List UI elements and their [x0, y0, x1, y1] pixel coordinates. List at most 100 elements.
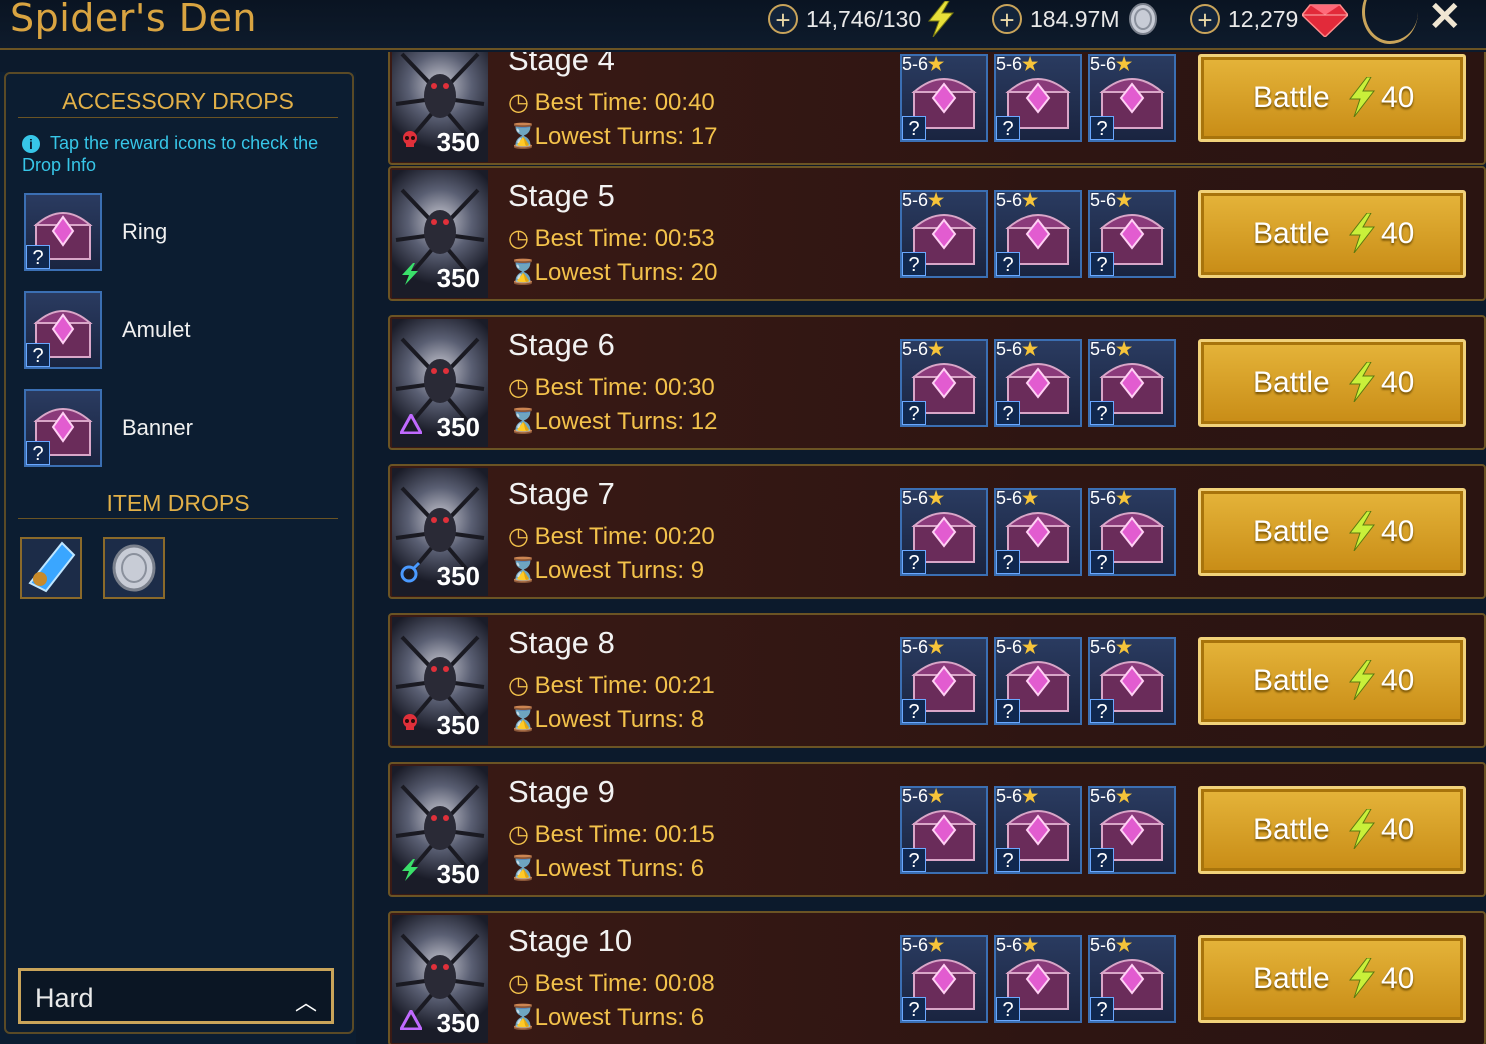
stage-row[interactable]: 350 Stage 10 ◷ Best Time: 00:08 ⌛ Lowest Tu… — [388, 911, 1486, 1044]
battle-button[interactable]: Battle 40 — [1198, 786, 1466, 874]
add-gems-button[interactable]: + — [1190, 4, 1220, 34]
energy-cost: 40 — [1381, 366, 1415, 399]
accessory-amulet-chest[interactable]: ? — [24, 291, 102, 369]
reward-slot[interactable]: 5-6★? — [1088, 488, 1176, 576]
reward-slot[interactable]: 5-6★? — [994, 488, 1082, 576]
stage-name: Stage 7 — [508, 476, 615, 511]
battle-label: Battle — [1253, 366, 1330, 399]
silver-resource: + 184.97M — [992, 2, 1160, 36]
reward-slot[interactable]: 5-6★? — [1088, 786, 1176, 874]
reward-slot[interactable]: 5-6★? — [994, 190, 1082, 278]
energy-icon — [1348, 660, 1376, 700]
star-icon: ★ — [1116, 637, 1133, 657]
rarity-tag: 5-6★ — [996, 339, 1038, 360]
reward-slot[interactable]: 5-6★? — [900, 637, 988, 725]
stage-name: Stage 6 — [508, 327, 615, 362]
accessory-banner-chest[interactable]: ? — [24, 389, 102, 467]
reward-slot[interactable]: 5-6★? — [900, 54, 988, 142]
reward-slot[interactable]: 5-6★? — [900, 339, 988, 427]
boss-portrait: 350 — [392, 617, 488, 745]
drop-info-hint: i Tap the reward icons to check the Drop … — [22, 132, 332, 176]
reward-slot[interactable]: 5-6★? — [994, 339, 1082, 427]
energy-cost: 40 — [1381, 515, 1415, 548]
drop-info-badge: ? — [26, 245, 50, 269]
energy-icon — [1348, 958, 1376, 998]
star-icon: ★ — [1116, 54, 1133, 74]
hourglass-icon: ⌛ — [508, 408, 538, 435]
rarity-range: 5-6 — [1090, 190, 1117, 210]
item-drop-silver[interactable] — [103, 537, 165, 599]
stage-row[interactable]: 350 Stage 5 ◷ Best Time: 00:53 ⌛ Lowest Tur… — [388, 166, 1486, 301]
stage-row[interactable]: 350 Stage 8 ◷ Best Time: 00:21 ⌛ Lowest Tur… — [388, 613, 1486, 748]
reward-slot[interactable]: 5-6★? — [1088, 190, 1176, 278]
reward-slot[interactable]: 5-6★? — [900, 935, 988, 1023]
stage-name: Stage 4 — [508, 52, 615, 77]
item-drop-shard[interactable] — [20, 537, 82, 599]
battle-button[interactable]: Battle 40 — [1198, 339, 1466, 427]
star-icon: ★ — [1116, 488, 1133, 508]
rarity-range: 5-6 — [902, 190, 929, 210]
best-time: ◷ Best Time: 00:21 — [508, 671, 715, 700]
drop-info-badge: ? — [996, 252, 1020, 276]
difficulty-selector[interactable]: Hard ︿ — [18, 968, 334, 1024]
reward-slot[interactable]: 5-6★? — [1088, 54, 1176, 142]
star-icon: ★ — [1022, 339, 1039, 359]
reward-slot[interactable]: 5-6★? — [1088, 637, 1176, 725]
close-icon[interactable]: ✕ — [1428, 0, 1462, 40]
accessory-ring-chest[interactable]: ? — [24, 193, 102, 271]
star-icon: ★ — [928, 339, 945, 359]
battle-button[interactable]: Battle 40 — [1198, 935, 1466, 1023]
battle-button[interactable]: Battle 40 — [1198, 637, 1466, 725]
add-energy-button[interactable]: + — [768, 4, 798, 34]
star-icon: ★ — [928, 637, 945, 657]
drop-info-badge: ? — [996, 848, 1020, 872]
rarity-range: 5-6 — [1090, 339, 1117, 359]
info-icon: i — [22, 135, 40, 154]
best-time-text: Best Time: 00:40 — [534, 89, 715, 116]
drop-info-badge: ? — [26, 343, 50, 367]
battle-label: Battle — [1253, 81, 1330, 114]
energy-resource: + 14,746/130 — [768, 1, 957, 37]
battle-button[interactable]: Battle 40 — [1198, 488, 1466, 576]
reward-slot[interactable]: 5-6★? — [994, 637, 1082, 725]
star-icon: ★ — [1022, 54, 1039, 74]
reward-slot[interactable]: 5-6★? — [900, 488, 988, 576]
battle-label: Battle — [1253, 664, 1330, 697]
reward-slot[interactable]: 5-6★? — [994, 786, 1082, 874]
star-icon: ★ — [928, 190, 945, 210]
reward-slot[interactable]: 5-6★? — [1088, 935, 1176, 1023]
clock-icon: ◷ — [508, 374, 529, 401]
stage-row[interactable]: 350 Stage 6 ◷ Best Time: 00:30 ⌛ Lowest Tur… — [388, 315, 1486, 450]
boss-portrait: 350 — [392, 915, 488, 1043]
stage-row[interactable]: 350 Stage 7 ◷ Best Time: 00:20 ⌛ Lowest Tur… — [388, 464, 1486, 599]
reward-slot[interactable]: 5-6★? — [994, 935, 1082, 1023]
battle-button[interactable]: Battle 40 — [1198, 190, 1466, 278]
reward-slot[interactable]: 5-6★? — [900, 786, 988, 874]
battle-label: Battle — [1253, 217, 1330, 250]
hourglass-icon: ⌛ — [508, 1004, 538, 1031]
hourglass-icon: ⌛ — [508, 557, 538, 584]
item-drops-heading: ITEM DROPS — [106, 490, 250, 516]
best-time: ◷ Best Time: 00:20 — [508, 522, 715, 551]
reward-slot[interactable]: 5-6★? — [900, 190, 988, 278]
star-icon: ★ — [928, 54, 945, 74]
add-silver-button[interactable]: + — [992, 4, 1022, 34]
reward-slot[interactable]: 5-6★? — [1088, 339, 1176, 427]
rarity-tag: 5-6★ — [1090, 637, 1132, 658]
drop-info-badge: ? — [902, 997, 926, 1021]
reward-slot[interactable]: 5-6★? — [994, 54, 1082, 142]
stage-row[interactable]: 350 Stage 4 ◷ Best Time: 00:40 ⌛ Lowest Tur… — [388, 52, 1486, 165]
rarity-range: 5-6 — [902, 786, 929, 806]
divider — [18, 117, 338, 118]
drop-info-text: Tap the reward icons to check the Drop I… — [22, 133, 319, 175]
battle-button[interactable]: Battle 40 — [1198, 54, 1466, 142]
best-time-text: Best Time: 00:20 — [534, 523, 715, 550]
rarity-range: 5-6 — [1090, 786, 1117, 806]
stage-power: 350 — [436, 561, 480, 591]
best-time: ◷ Best Time: 00:08 — [508, 969, 715, 998]
rarity-range: 5-6 — [996, 786, 1023, 806]
star-icon: ★ — [1116, 935, 1133, 955]
stage-row[interactable]: 350 Stage 9 ◷ Best Time: 00:15 ⌛ Lowest Tur… — [388, 762, 1486, 897]
stage-list[interactable]: 350 Stage 4 ◷ Best Time: 00:40 ⌛ Lowest Tur… — [388, 52, 1486, 1044]
star-icon: ★ — [1022, 190, 1039, 210]
